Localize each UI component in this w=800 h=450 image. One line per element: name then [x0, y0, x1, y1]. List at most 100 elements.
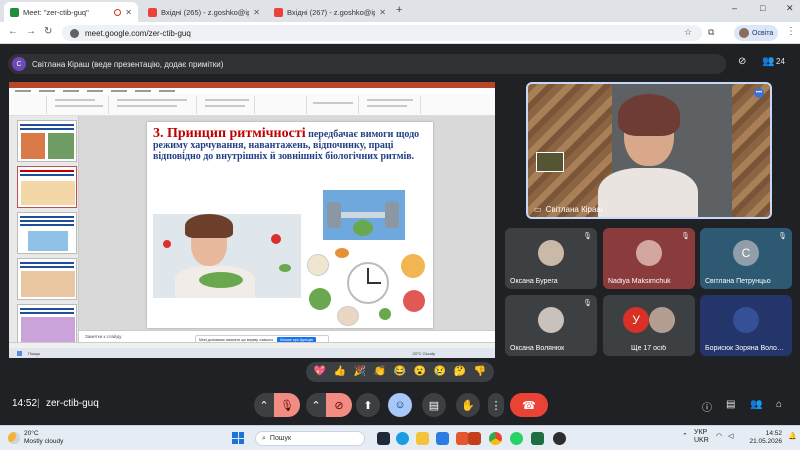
new-tab-button[interactable]: +	[396, 4, 402, 16]
reactions-bar: 💖 👍 🎉 👏 😂 😮 😢 🤔 👎	[306, 362, 494, 382]
profile-chip[interactable]: Освіта	[734, 25, 779, 41]
bookmark-star-icon[interactable]: ☆	[684, 27, 692, 38]
slide-text: 3. Принцип ритмічності передбачає вимоги…	[153, 126, 429, 163]
camera-off-icon[interactable]: ⊘	[738, 56, 746, 67]
captions-button[interactable]: ▤	[422, 393, 446, 417]
meet-favicon-icon	[10, 7, 19, 17]
store-icon[interactable]	[436, 432, 449, 445]
participant-avatar	[733, 307, 759, 333]
woman-salad-image	[153, 214, 301, 298]
start-button[interactable]	[232, 432, 244, 444]
captions-icon: ▤	[428, 399, 440, 412]
slide-thumbnail[interactable]	[17, 212, 77, 254]
weather-widget[interactable]: 20°C Mostly cloudy	[8, 430, 63, 446]
presenting-icon: ▭	[534, 205, 542, 214]
whatsapp-icon[interactable]	[510, 432, 523, 445]
mic-muted-icon: 🎙︎	[583, 300, 592, 307]
slide-thumbnail[interactable]	[17, 166, 77, 208]
slide-heading: 3. Принцип ритмічності	[153, 126, 306, 141]
participant-tile[interactable]: Борисюк Зоряна Воло…	[700, 295, 792, 356]
volume-icon[interactable]: ◁	[728, 432, 733, 440]
activities-icon[interactable]: ⌂	[776, 399, 782, 410]
participant-avatar: С	[733, 240, 759, 266]
browser-menu-icon[interactable]: ⋮	[786, 26, 796, 37]
maximize-button[interactable]: □	[760, 3, 765, 13]
reaction-heart-icon[interactable]: 💖	[314, 367, 326, 377]
meeting-code: zer-ctib-guq	[46, 398, 99, 409]
slide-thumbnail[interactable]	[17, 120, 77, 162]
close-tab-icon[interactable]: ✕	[253, 8, 260, 17]
tab-gmail-2[interactable]: Вхідні (267) - z.goshko@ippo. ✕	[268, 2, 392, 22]
reaction-thinking-icon[interactable]: 🤔	[454, 367, 466, 377]
minimize-button[interactable]: –	[732, 3, 737, 13]
chat-icon[interactable]: ▤	[726, 399, 735, 410]
wifi-icon[interactable]: ◠	[716, 432, 722, 440]
tray-chevron-icon[interactable]: ⌃	[682, 432, 688, 440]
chrome-icon[interactable]	[489, 432, 502, 445]
powerpoint-icon[interactable]	[468, 432, 481, 445]
people-icon[interactable]: 👥	[750, 399, 762, 410]
audio-options-button[interactable]: ⌃	[254, 393, 274, 417]
slide-thumbnails	[9, 116, 79, 348]
media-player-icon[interactable]	[553, 432, 566, 445]
participant-name: Оксана Волянюк	[510, 345, 565, 352]
reaction-sad-icon[interactable]: 😢	[434, 367, 446, 377]
taskbar-search[interactable]: ⌕ Пошук	[255, 431, 365, 446]
clock[interactable]: 14:52 21.05.2026	[742, 430, 782, 446]
reaction-thumbs-down-icon[interactable]: 👎	[474, 367, 486, 377]
slide-thumbnail[interactable]	[17, 304, 77, 346]
excel-icon[interactable]	[531, 432, 544, 445]
close-window-button[interactable]: ✕	[786, 3, 794, 14]
reaction-thumbs-up-icon[interactable]: 👍	[334, 367, 346, 377]
participant-name: Оксана Бурега	[510, 278, 558, 285]
reaction-laugh-icon[interactable]: 😂	[394, 367, 406, 377]
slide-editor: 3. Принцип ритмічності передбачає вимоги…	[79, 116, 495, 348]
tile-more-icon[interactable]: •••	[754, 88, 764, 98]
reaction-party-icon[interactable]: 🎉	[354, 367, 366, 377]
keyboard-language[interactable]: УКР UKR	[694, 429, 709, 445]
more-options-button[interactable]: ⋮	[488, 393, 504, 417]
edge-icon[interactable]	[396, 432, 409, 445]
tab-gmail-1[interactable]: Вхідні (265) - z.goshko@ippo. ✕	[142, 2, 266, 22]
people-icon[interactable]: 👥	[762, 56, 774, 67]
search-placeholder: Пошук	[269, 435, 292, 442]
video-options-button[interactable]: ⌃	[306, 393, 326, 417]
raise-hand-button[interactable]: ✋	[456, 393, 480, 417]
participant-tile[interactable]: С 🎙︎ Світлана Петрунцьо	[700, 228, 792, 289]
site-info-icon[interactable]	[70, 28, 79, 38]
start-icon	[17, 350, 22, 356]
reaction-surprised-icon[interactable]: 😮	[414, 367, 426, 377]
meal-clock-image	[305, 246, 429, 328]
omnibox[interactable]: meet.google.com/zer-ctib-guq	[62, 25, 702, 41]
fitness-image	[323, 190, 405, 240]
extensions-icon[interactable]: ⧉	[708, 27, 714, 38]
file-explorer-icon[interactable]	[416, 432, 429, 445]
back-arrow-icon[interactable]: ←	[8, 26, 18, 37]
tab-meet[interactable]: Meet: "zer-ctib-guq" ✕	[4, 2, 138, 22]
presenter-video-tile[interactable]: ••• ▭ Світлана Кіраш	[526, 82, 772, 219]
presenter-hair	[618, 94, 680, 136]
reload-icon[interactable]: ↻	[44, 26, 52, 37]
close-tab-icon[interactable]: ✕	[125, 8, 132, 17]
forward-arrow-icon[interactable]: →	[26, 26, 36, 37]
task-view-icon[interactable]	[377, 432, 390, 445]
reaction-clap-icon[interactable]: 👏	[374, 367, 386, 377]
participant-tile[interactable]: 🎙︎ Nadiya Maksimchuk	[603, 228, 695, 289]
present-button[interactable]: ⬆	[356, 393, 380, 417]
participant-tile[interactable]: 🎙︎ Оксана Бурега	[505, 228, 597, 289]
gmail-favicon-icon	[274, 7, 283, 17]
participant-avatar	[538, 240, 564, 266]
camera-toggle-button[interactable]: ⊘	[326, 393, 352, 417]
meeting-separator: |	[37, 398, 40, 409]
notifications-icon[interactable]: 🔔	[788, 432, 797, 440]
participant-name: Борисюк Зоряна Воло…	[705, 345, 784, 352]
slide-thumbnail[interactable]	[17, 258, 77, 300]
participant-tile[interactable]: 🎙︎ Оксана Волянюк	[505, 295, 597, 356]
more-participants-tile[interactable]: У Ще 17 осіб	[603, 295, 695, 356]
leave-call-button[interactable]: ☎	[510, 393, 548, 417]
mic-toggle-button[interactable]: 🎙︎	[274, 393, 300, 417]
participant-name: Світлана Петрунцьо	[705, 278, 771, 285]
close-tab-icon[interactable]: ✕	[379, 8, 386, 17]
info-icon[interactable]: ⓘ	[702, 399, 712, 414]
reactions-button[interactable]: ☺	[388, 393, 412, 417]
